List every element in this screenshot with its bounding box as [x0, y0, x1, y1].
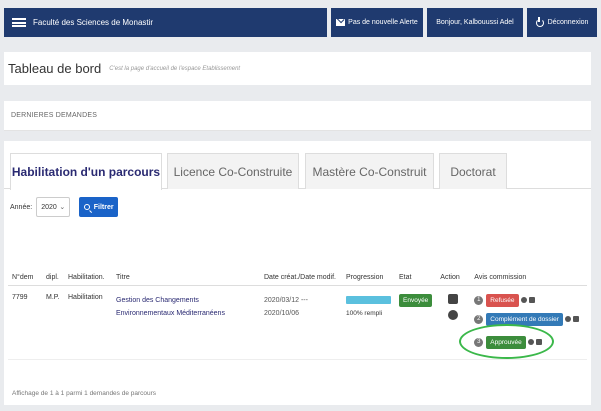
print-icon[interactable] [572, 316, 579, 322]
tab-doctorat[interactable]: Doctorat [439, 153, 507, 189]
logout-button[interactable]: Déconnexion [527, 8, 597, 37]
col-titre: Titre [112, 245, 260, 286]
menu-icon[interactable] [12, 18, 26, 27]
requests-table: N°dem dipl. Habilitation. Titre Date cré… [8, 245, 587, 360]
filter-button-label: Filtrer [93, 203, 114, 211]
cell-progression: 100% rempli [342, 285, 395, 360]
search-icon [83, 204, 90, 210]
alerts-button[interactable]: Pas de nouvelle Alerte [331, 8, 423, 37]
col-etat: Etat [395, 245, 437, 286]
requests-panel: Habilitation d'un parcours Licence Co-Co… [4, 141, 591, 405]
col-dates: Date créat./Date modif. [260, 245, 342, 286]
page-header: Tableau de bord C'est la page d'accueil … [4, 52, 591, 85]
power-icon [535, 16, 544, 27]
chevron-down-icon: ⌄ [59, 204, 66, 211]
user-greeting: Bonjour, Kalbouussi Adel [436, 19, 514, 26]
table-footer: Affichage de 1 à 1 parmi 1 demandes de p… [12, 390, 157, 397]
print-icon[interactable] [528, 297, 535, 303]
view-icon[interactable] [564, 316, 571, 322]
tab-habilitation[interactable]: Habilitation d'un parcours [10, 153, 162, 190]
brand-title: Faculté des Sciences de Monastir [33, 18, 154, 27]
progress-bar [346, 295, 391, 304]
page-title: Tableau de bord [8, 61, 102, 76]
date-creation: 2020/03/12 --- [264, 296, 308, 304]
col-action: Action [436, 245, 471, 286]
avis-number: 2 [474, 314, 484, 324]
page-subtitle: C'est la page d'accueil de l'espace Etab… [109, 65, 241, 72]
cell-etat: Envoyée [395, 285, 437, 360]
year-label: Année: [10, 203, 33, 211]
cell-dates: 2020/03/12 --- 2020/10/06 [260, 285, 342, 360]
document-icon[interactable] [448, 293, 459, 304]
user-menu[interactable]: Bonjour, Kalbouussi Adel [427, 8, 523, 37]
avis-item: 2 Complément de dossier [474, 312, 583, 326]
col-dipl: dipl. [42, 245, 64, 286]
col-num: N°dem [8, 245, 42, 286]
avis-item: 1 Refusée [474, 293, 583, 307]
panel-title: DERNIERES DEMANDES [4, 101, 591, 131]
envelope-icon [336, 19, 346, 26]
cell-habilitation: Habilitation [64, 285, 112, 360]
cell-avis: 1 Refusée 2 Complément de dossier 3 Appr… [459, 285, 587, 360]
col-habilitation: Habilitation. [64, 245, 112, 286]
table-row: 7799 M.P. Habilitation Gestion des Chang… [8, 285, 587, 360]
status-badge: Envoyée [399, 293, 433, 307]
avis-item: 3 Approuvée [459, 323, 583, 359]
year-value: 2020 [41, 203, 57, 211]
avis-number: 1 [474, 295, 484, 305]
progress-text: 100% rempli [346, 309, 383, 317]
year-select[interactable]: 2020 ⌄ [36, 197, 71, 217]
alerts-label: Pas de nouvelle Alerte [348, 19, 418, 26]
view-icon[interactable] [520, 297, 527, 303]
logout-label: Déconnexion [547, 19, 589, 26]
tab-bar: Habilitation d'un parcours Licence Co-Co… [4, 141, 591, 190]
tab-licence[interactable]: Licence Co-Construite [167, 153, 299, 189]
highlight-circle [459, 323, 555, 359]
top-navbar: Faculté des Sciences de Monastir Pas de … [0, 0, 601, 40]
col-avis: Avis commission [470, 245, 587, 286]
view-icon[interactable] [448, 309, 459, 320]
table-header-row: N°dem dipl. Habilitation. Titre Date cré… [8, 245, 587, 286]
date-modif: 2020/10/06 [264, 309, 300, 317]
refused-badge: Refusée [486, 293, 519, 307]
col-progression: Progression [342, 245, 395, 286]
cell-dipl: M.P. [42, 285, 64, 360]
cell-titre[interactable]: Gestion des Changements Environnementaux… [112, 285, 260, 360]
brand-bar[interactable]: Faculté des Sciences de Monastir [4, 8, 327, 37]
filter-button[interactable]: Filtrer [79, 197, 119, 217]
tab-mastere[interactable]: Mastère Co-Construit [305, 153, 434, 189]
cell-num: 7799 [8, 285, 42, 360]
filter-bar: Année: 2020 ⌄ Filtrer [10, 196, 119, 218]
